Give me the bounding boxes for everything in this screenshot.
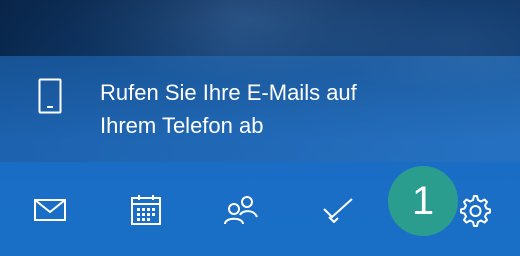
promo-line-2: Ihrem Telefon ab	[100, 113, 264, 138]
people-icon	[223, 195, 259, 225]
calendar-button[interactable]	[124, 188, 168, 232]
mail-icon	[34, 199, 66, 221]
calendar-icon	[130, 194, 162, 226]
step-number-badge: 1	[388, 166, 458, 236]
people-button[interactable]	[219, 188, 263, 232]
top-banner	[0, 0, 520, 56]
todo-button[interactable]	[316, 188, 360, 232]
mobile-phone-icon	[38, 78, 62, 114]
mail-button[interactable]	[28, 188, 72, 232]
promo-line-1: Rufen Sie Ihre E-Mails auf	[100, 80, 357, 105]
gear-icon	[457, 193, 491, 227]
settings-button[interactable]	[452, 188, 496, 232]
phone-promo-text[interactable]: Rufen Sie Ihre E-Mails auf Ihrem Telefon…	[100, 76, 460, 142]
checkmark-icon	[321, 197, 355, 223]
